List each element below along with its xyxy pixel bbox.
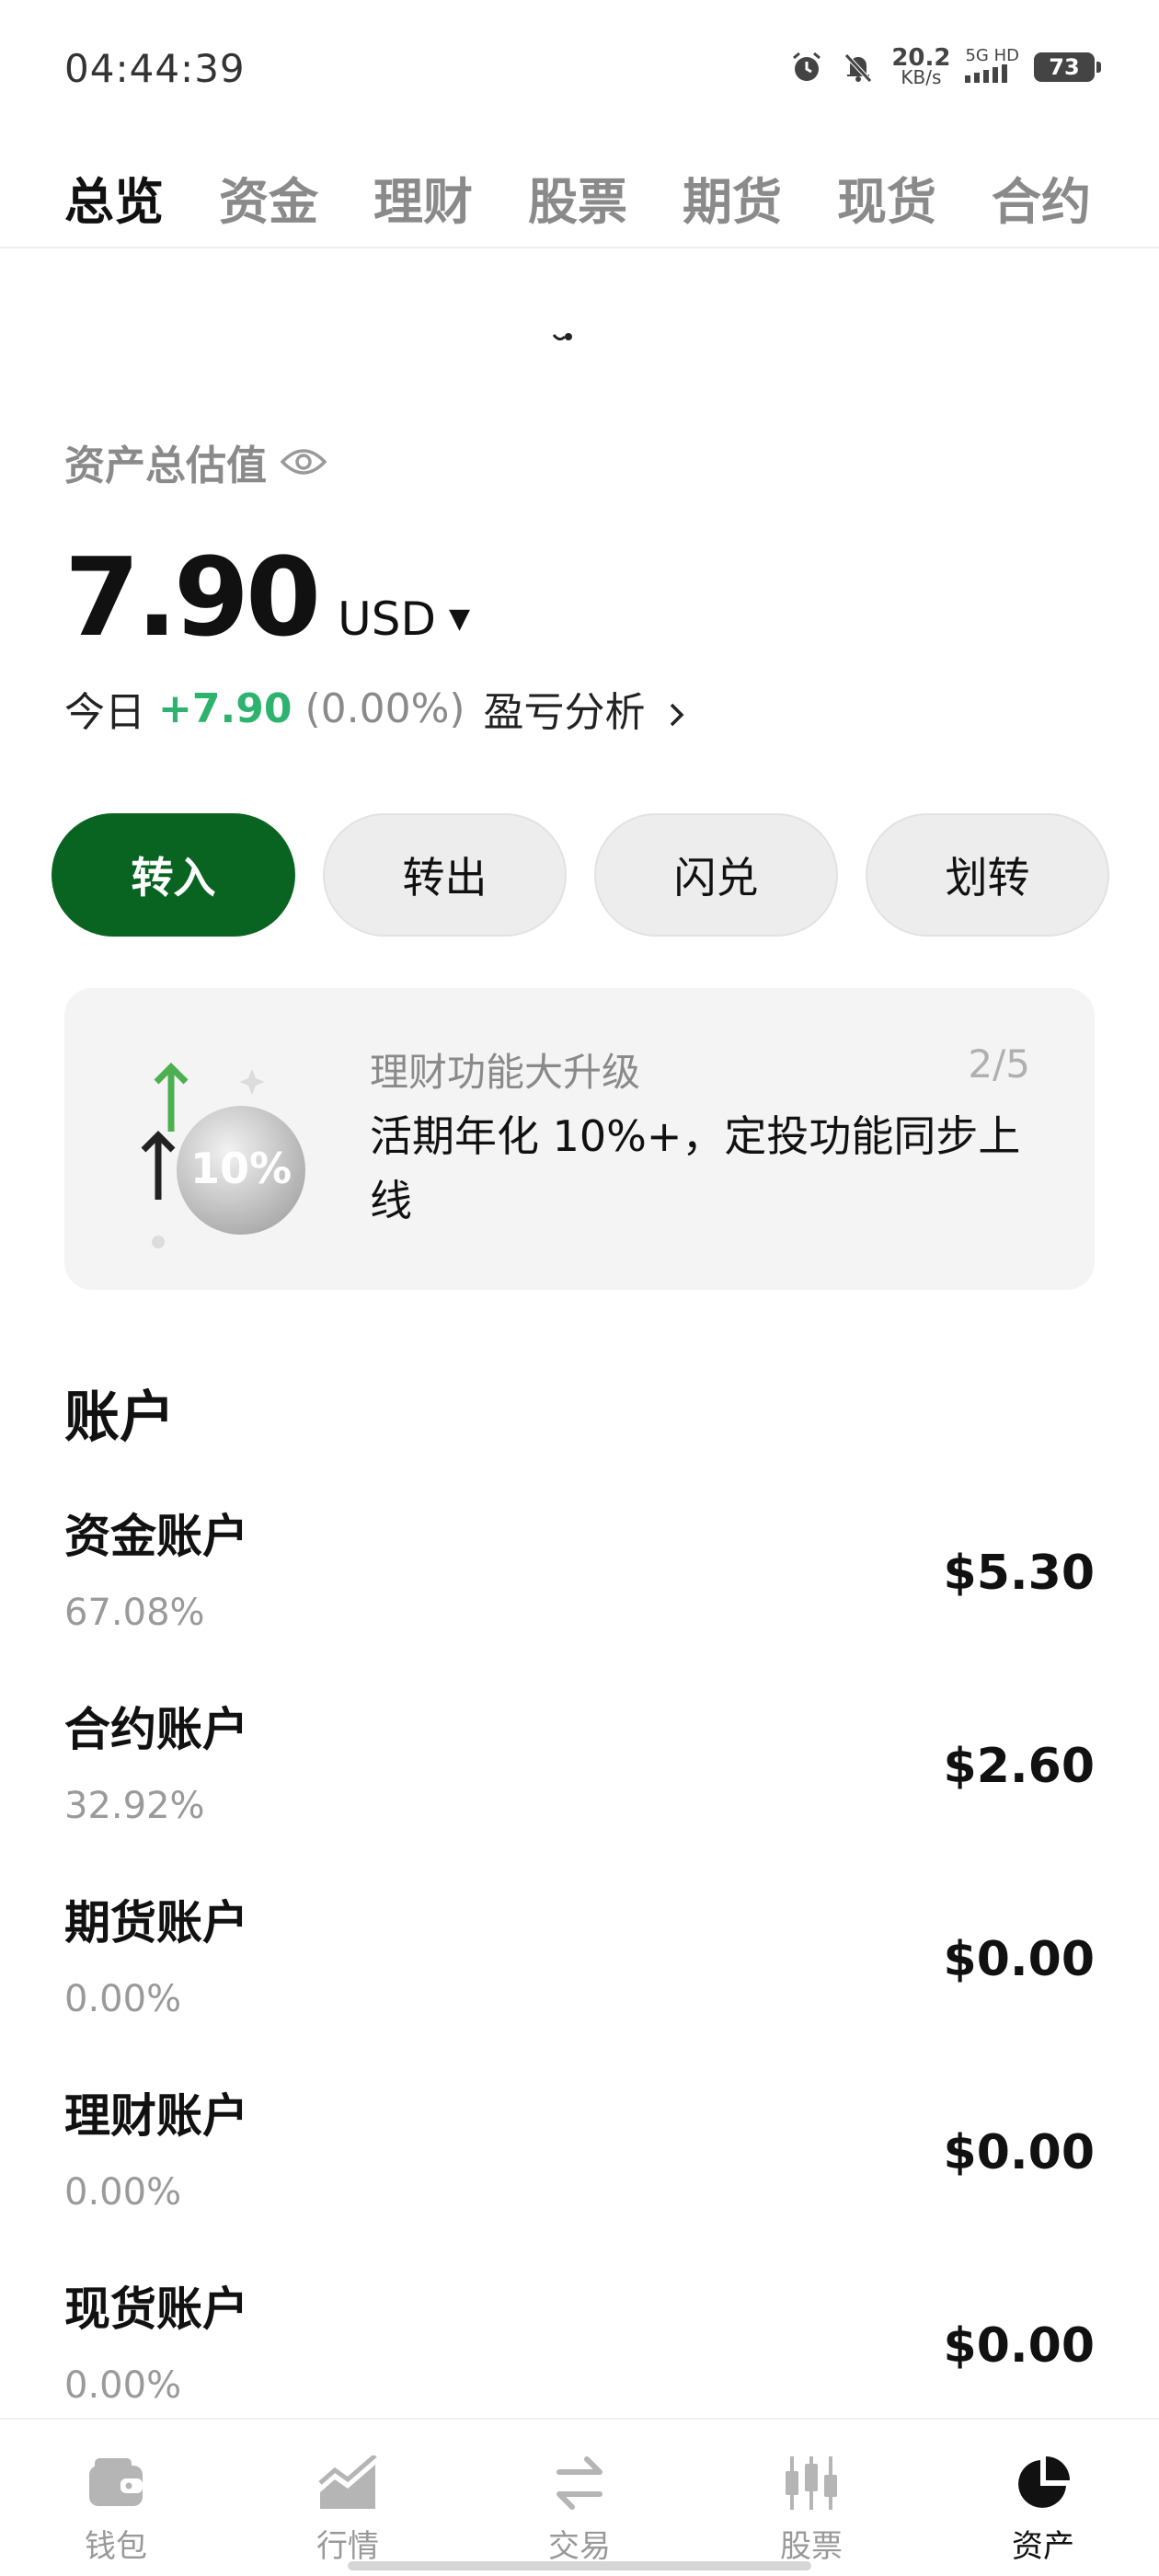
promo-text: 活期年化 10%+，定投功能同步上线 [370, 1111, 1021, 1225]
today-change-pct: (0.00%) [304, 684, 465, 732]
candlestick-icon [781, 2453, 842, 2513]
tab-spot[interactable]: 现货 [837, 161, 936, 234]
nav-trade[interactable]: 交易 [464, 2420, 695, 2576]
tab-futures[interactable]: 期货 [683, 161, 782, 234]
bottom-nav: 钱包 行情 交易 股票 资产 [0, 2418, 1159, 2576]
account-value: $0.00 [943, 2125, 1095, 2180]
trade-swap-icon [549, 2453, 610, 2513]
nav-assets[interactable]: 资产 [927, 2420, 1159, 2576]
network-speed: 20.2 KB/s [891, 44, 951, 86]
status-time: 04:44:39 [64, 46, 246, 91]
deposit-button[interactable]: 转入 [52, 813, 295, 937]
tab-overview[interactable]: 总览 [64, 161, 164, 234]
account-row-earn[interactable]: 理财账户 0.00% $0.00 [64, 2079, 1095, 2272]
market-chart-icon [317, 2453, 378, 2513]
pnl-analysis-link[interactable]: 盈亏分析 [484, 679, 688, 738]
wallet-icon [86, 2453, 146, 2513]
top-tab-bar: 总览 资金 理财 股票 期货 现货 合约 [0, 147, 1159, 248]
accounts-list: 资金账户 67.08% $5.30 合约账户 32.92% $2.60 期货账户… [64, 1500, 1095, 2466]
account-pct: 0.00% [64, 1978, 182, 2020]
today-label: 今日 [64, 689, 145, 736]
tab-earn[interactable]: 理财 [373, 161, 473, 234]
account-value: $0.00 [943, 2318, 1095, 2374]
today-change: +7.90 [158, 684, 293, 732]
account-pct: 32.92% [64, 1785, 205, 1827]
pnl-analysis-label: 盈亏分析 [483, 689, 646, 736]
withdraw-button[interactable]: 转出 [323, 813, 567, 937]
caret-down-icon: ▼ [448, 603, 471, 635]
signal-indicator: 5G HD [965, 48, 1019, 86]
alarm-icon [788, 49, 825, 86]
account-value: $0.00 [943, 1932, 1095, 1987]
account-name: 期货账户 [64, 1896, 248, 1949]
speed-value: 20.2 [891, 44, 951, 72]
nav-label: 资产 [1012, 2528, 1074, 2565]
promo-graphic-icon: 10% [141, 1063, 305, 1248]
eye-icon[interactable] [280, 445, 327, 478]
promo-page-indicator: 2/5 [968, 1041, 1030, 1087]
tab-contracts[interactable]: 合约 [992, 161, 1091, 234]
mute-icon [840, 49, 877, 86]
nav-wallet[interactable]: 钱包 [0, 2420, 232, 2576]
pie-chart-icon [1013, 2453, 1073, 2513]
nav-label: 股票 [780, 2528, 843, 2565]
action-buttons: 转入 转出 闪兑 划转 [52, 813, 1109, 937]
transfer-button[interactable]: 划转 [866, 813, 1109, 937]
currency-selector[interactable]: USD ▼ [338, 592, 470, 646]
account-pct: 0.00% [64, 2171, 182, 2214]
promo-banner[interactable]: 10% 理财功能大升级 2/5 活期年化 10%+，定投功能同步上线 [64, 988, 1095, 1290]
nav-label: 行情 [316, 2528, 379, 2565]
tab-stocks[interactable]: 股票 [528, 161, 627, 234]
total-assets-label-text: 资产总估值 [64, 443, 267, 489]
account-row-futures[interactable]: 期货账户 0.00% $0.00 [64, 1886, 1095, 2079]
signal-bars-icon [965, 64, 1008, 83]
total-assets-amount: 7.90 USD ▼ [64, 534, 470, 661]
battery-icon: 73 [1034, 52, 1101, 82]
promo-title: 理财功能大升级 [370, 1050, 641, 1095]
home-indicator[interactable] [348, 2561, 811, 2570]
loading-spinner-icon [552, 333, 572, 341]
today-pnl-row: 今日 +7.90 (0.00%) 盈亏分析 [64, 679, 688, 738]
account-pct: 67.08% [64, 1592, 205, 1634]
accounts-title: 账户 [64, 1386, 175, 1450]
total-assets-value: 7.90 [64, 534, 321, 661]
account-value: $5.30 [943, 1546, 1095, 1601]
nav-label: 钱包 [85, 2528, 147, 2565]
account-name: 合约账户 [64, 1703, 248, 1756]
account-name: 资金账户 [64, 1510, 248, 1563]
account-value: $2.60 [943, 1739, 1095, 1794]
promo-badge-text: 10% [190, 1144, 292, 1193]
network-type: 5G HD [965, 46, 1019, 65]
currency-label: USD [338, 592, 436, 646]
total-assets-label: 资产总估值 [64, 432, 327, 491]
nav-label: 交易 [548, 2528, 611, 2565]
tab-funds[interactable]: 资金 [219, 161, 318, 234]
account-row-contract[interactable]: 合约账户 32.92% $2.60 [64, 1693, 1095, 1886]
status-icons: 20.2 KB/s 5G HD 73 [788, 44, 1101, 86]
account-pct: 0.00% [64, 2364, 182, 2407]
convert-button[interactable]: 闪兑 [594, 813, 838, 937]
status-bar: 04:44:39 20.2 KB/s 5G HD 73 [0, 0, 1159, 138]
account-name: 现货账户 [64, 2283, 248, 2336]
battery-level: 73 [1049, 54, 1080, 80]
account-name: 理财账户 [64, 2089, 248, 2143]
nav-stocks[interactable]: 股票 [695, 2420, 927, 2576]
nav-market[interactable]: 行情 [232, 2420, 464, 2576]
account-row-funding[interactable]: 资金账户 67.08% $5.30 [64, 1500, 1095, 1693]
chevron-right-icon [670, 703, 684, 727]
